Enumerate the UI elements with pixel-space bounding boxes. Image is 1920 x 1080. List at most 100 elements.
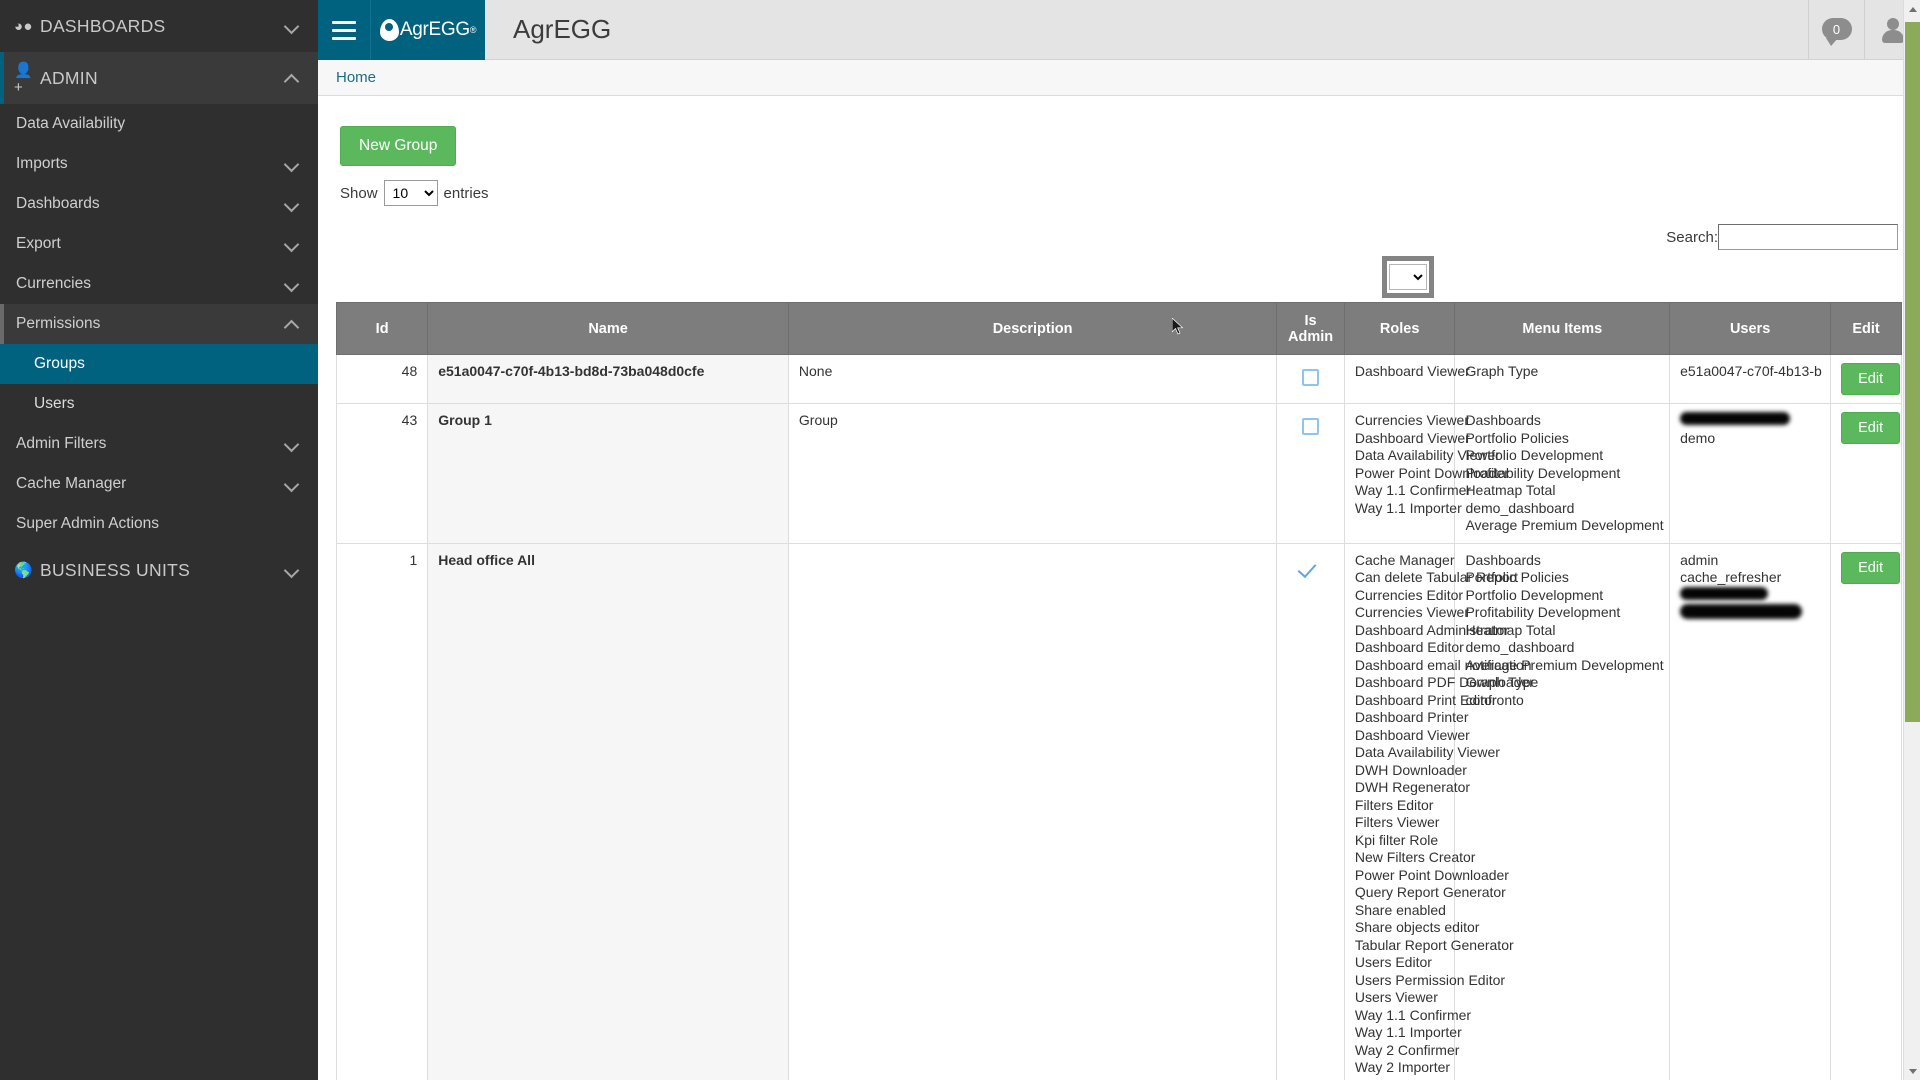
list-item: Currencies Viewer bbox=[1354, 604, 1470, 620]
breadcrumb[interactable]: Home bbox=[318, 60, 1920, 96]
chevron-down-icon[interactable] bbox=[284, 476, 300, 492]
column-header-name[interactable]: Name bbox=[427, 302, 789, 355]
column-filter-select[interactable] bbox=[1389, 264, 1427, 290]
sidebar-item-imports[interactable]: Imports bbox=[0, 144, 318, 184]
scroll-up-button[interactable] bbox=[1904, 0, 1920, 18]
globe-icon: 🌎 bbox=[14, 562, 33, 579]
list-item: demo_dashboard bbox=[1465, 499, 1575, 516]
list-item: Data Availability Viewer bbox=[1354, 447, 1500, 463]
checkbox-unchecked[interactable] bbox=[1302, 418, 1320, 435]
list-item: Web Api Reader and Writer bbox=[1355, 1077, 1525, 1080]
search-control: Search: bbox=[336, 224, 1902, 250]
cell-id: 43 bbox=[335, 403, 429, 544]
sidebar-item-data-availability[interactable]: Data Availability bbox=[0, 104, 318, 144]
sidebar-item-export[interactable]: Export bbox=[0, 224, 318, 264]
roles-list: Currencies Viewer Dashboard Viewer Data Av… bbox=[1354, 412, 1509, 517]
sidebar-section-business-units[interactable]: 🌎 BUSINESS UNITS bbox=[0, 544, 318, 596]
list-item: Users Permission Editor bbox=[1354, 971, 1506, 988]
search-input[interactable] bbox=[1718, 224, 1898, 250]
chevron-up-icon[interactable] bbox=[284, 316, 300, 332]
list-item: Way 1.1 Confirmer bbox=[1354, 482, 1472, 498]
column-header-users[interactable]: Users bbox=[1669, 302, 1832, 355]
list-item: Graph Type bbox=[1465, 363, 1539, 379]
cell-is-admin bbox=[1276, 542, 1345, 1080]
brand-logo[interactable]: AgrEGG ® bbox=[370, 0, 485, 60]
roles-list: Dashboard Viewer bbox=[1354, 363, 1470, 381]
sidebar-subitem-label: Users bbox=[34, 395, 75, 412]
chevron-down-icon[interactable] bbox=[284, 436, 300, 452]
list-item: Way 2 Confirmer bbox=[1354, 1041, 1460, 1058]
page-scrollbar[interactable] bbox=[1903, 0, 1920, 1080]
checkbox-unchecked[interactable] bbox=[1302, 369, 1320, 386]
list-item: Dashboard email notification bbox=[1354, 656, 1532, 673]
check-icon bbox=[1300, 560, 1322, 574]
sidebar-section-admin[interactable]: 👤+ ADMIN bbox=[0, 52, 318, 104]
column-header-is-admin[interactable]: Is Admin bbox=[1276, 302, 1345, 355]
list-item: Portfolio Development bbox=[1465, 447, 1604, 463]
sidebar-section-dashboards[interactable]: ◕● DASHBOARDS bbox=[0, 0, 318, 52]
chevron-down-icon[interactable] bbox=[284, 156, 300, 172]
column-header-description[interactable]: Description bbox=[787, 302, 1278, 355]
scroll-down-button[interactable] bbox=[1904, 1062, 1920, 1080]
sidebar-item-label: Imports bbox=[16, 155, 68, 172]
sidebar-item-cache-manager[interactable]: Cache Manager bbox=[0, 464, 318, 504]
breadcrumb-home-link[interactable]: Home bbox=[336, 69, 376, 86]
entries-select[interactable]: 102550100 bbox=[383, 180, 438, 206]
cell-name: Head office All bbox=[427, 542, 789, 1080]
list-item: Power Point Downloader bbox=[1354, 866, 1509, 883]
cell-menu-items: Dashboards Portfolio Policies Portfolio De… bbox=[1454, 542, 1671, 1080]
column-header-roles[interactable]: Roles bbox=[1343, 302, 1456, 355]
chevron-down-icon[interactable] bbox=[284, 18, 300, 34]
header-spacer bbox=[611, 0, 1808, 59]
column-header-id[interactable]: Id bbox=[335, 302, 429, 355]
main-area: AgrEGG ® AgrEGG 0 Home New Group Show 10… bbox=[318, 0, 1920, 1080]
agregg-logo-icon: AgrEGG ® bbox=[379, 19, 477, 41]
edit-button[interactable]: Edit bbox=[1841, 363, 1901, 395]
edit-button[interactable]: Edit bbox=[1841, 412, 1901, 444]
list-item: Dashboard Viewer bbox=[1354, 726, 1470, 743]
list-item: Dashboards bbox=[1465, 551, 1541, 568]
list-item: Profitability Development bbox=[1465, 604, 1621, 620]
sidebar-item-label: Export bbox=[16, 235, 61, 252]
notifications-button[interactable]: 0 bbox=[1808, 0, 1864, 60]
chevron-down-icon[interactable] bbox=[284, 562, 300, 578]
list-item: Dashboard Print Editor bbox=[1354, 691, 1497, 708]
sidebar-item-admin-filters[interactable]: Admin Filters bbox=[0, 424, 318, 464]
chevron-up-icon[interactable] bbox=[284, 70, 300, 86]
cell-description bbox=[787, 542, 1278, 1080]
chevron-down-icon[interactable] bbox=[284, 236, 300, 252]
sidebar-item-label: Currencies bbox=[16, 275, 91, 292]
entries-label: entries bbox=[443, 184, 489, 202]
sidebar-item-users[interactable]: Users bbox=[0, 384, 318, 424]
list-item: Users Editor bbox=[1354, 954, 1432, 970]
list-item: demo_dashboard bbox=[1465, 639, 1575, 655]
column-header-menu-items[interactable]: Menu Items bbox=[1454, 302, 1671, 355]
table-header-row: Id Name Description Is Admin Roles Menu … bbox=[335, 302, 1902, 355]
list-item: Dashboard Viewer bbox=[1354, 363, 1470, 379]
show-label: Show bbox=[340, 184, 378, 202]
sidebar-item-currencies[interactable]: Currencies bbox=[0, 264, 318, 304]
cell-users: demo bbox=[1669, 403, 1832, 544]
registered-mark: ® bbox=[469, 25, 477, 35]
chevron-down-icon[interactable] bbox=[284, 276, 300, 292]
sidebar-item-groups[interactable]: Groups bbox=[0, 344, 318, 384]
list-item: demo bbox=[1680, 429, 1716, 446]
table-row: 43 Group 1 Group Currencies Viewer Dashboard… bbox=[335, 403, 1902, 544]
list-item: Dashboard Administrator bbox=[1354, 621, 1509, 638]
list-item: DWH Regenerator bbox=[1354, 779, 1471, 795]
list-item: New Filters Creator bbox=[1354, 849, 1476, 865]
chevron-down-icon[interactable] bbox=[284, 196, 300, 212]
new-group-button[interactable]: New Group bbox=[340, 126, 457, 166]
sidebar-item-super-admin-actions[interactable]: Super Admin Actions bbox=[0, 504, 318, 544]
edit-button[interactable]: Edit bbox=[1841, 551, 1901, 584]
column-header-edit[interactable]: Edit bbox=[1830, 302, 1902, 355]
person-icon bbox=[1880, 17, 1906, 43]
scrollbar-thumb[interactable] bbox=[1905, 22, 1920, 722]
sidebar-item-dashboards[interactable]: Dashboards bbox=[0, 184, 318, 224]
cell-roles: Cache Manager Can delete Tabular Report Cu… bbox=[1343, 542, 1534, 1080]
content-area: New Group Show 102550100 entries Search: bbox=[318, 96, 1920, 1080]
hamburger-icon[interactable] bbox=[318, 0, 370, 60]
list-item: Dashboard Printer bbox=[1354, 709, 1469, 725]
sidebar-item-permissions[interactable]: Permissions bbox=[0, 304, 318, 344]
sidebar-section-admin-label: ADMIN bbox=[40, 67, 98, 88]
